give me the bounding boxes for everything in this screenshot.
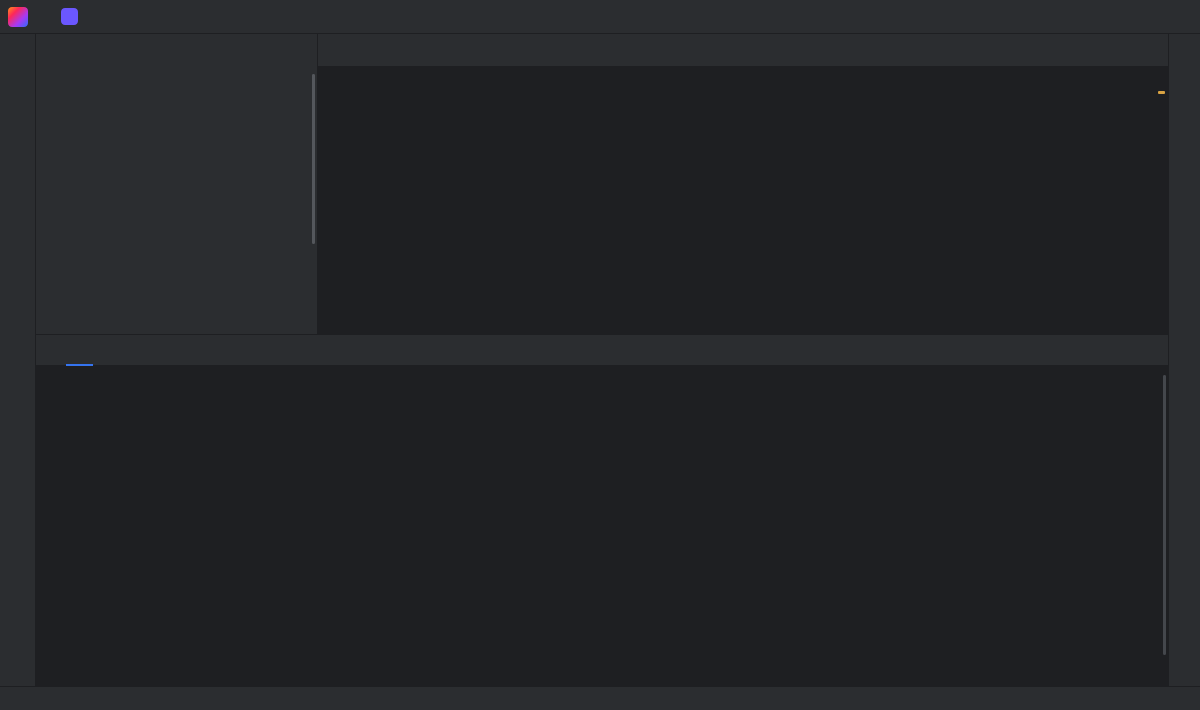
titlebar-left	[8, 4, 116, 30]
code-with-me-icon[interactable]	[1038, 4, 1052, 30]
ide-window	[0, 0, 1200, 710]
settings-gear-icon[interactable]	[1066, 4, 1080, 30]
project-badge	[61, 8, 78, 25]
split-editor-icon[interactable]	[1110, 37, 1124, 63]
terminal-options-icon[interactable]	[1106, 338, 1132, 362]
app-logo	[8, 7, 28, 27]
window-close-button[interactable]	[1160, 0, 1200, 34]
vcs-selector[interactable]	[97, 4, 116, 30]
terminal-tab-local[interactable]	[66, 335, 93, 366]
editor-tab-bar	[318, 34, 1168, 67]
hide-terminal-icon[interactable]	[1134, 338, 1160, 362]
run-button[interactable]	[942, 4, 956, 30]
titlebar-right	[1024, 0, 1200, 34]
terminal-output[interactable]	[36, 366, 1168, 686]
new-terminal-button[interactable]	[95, 338, 121, 362]
left-tool-stripe	[0, 34, 36, 686]
warning-stripe-mark[interactable]	[1158, 91, 1165, 94]
project-panel	[36, 34, 318, 334]
window-maximize-button[interactable]	[1120, 0, 1160, 34]
editor-area	[318, 34, 1168, 334]
structure-list-icon[interactable]	[1092, 37, 1106, 63]
project-selector[interactable]	[54, 4, 95, 30]
terminal-header	[36, 335, 1168, 366]
search-icon[interactable]	[1052, 4, 1066, 30]
status-bar	[0, 686, 1200, 710]
terminal-scrollbar[interactable]	[1163, 375, 1166, 655]
titlebar	[0, 0, 1200, 34]
debug-button[interactable]	[958, 4, 972, 30]
project-scrollbar[interactable]	[312, 74, 315, 244]
right-tool-stripe	[1168, 34, 1200, 686]
terminal-dropdown-icon[interactable]	[123, 338, 149, 362]
center-column	[36, 34, 1168, 686]
translate-icon[interactable]	[1024, 4, 1038, 30]
more-run-actions-icon[interactable]	[974, 4, 988, 30]
code-editor[interactable]	[318, 67, 1168, 334]
main-area	[0, 34, 1200, 686]
hamburger-menu-icon[interactable]	[38, 4, 52, 30]
top-row	[36, 34, 1168, 334]
tab-options-icon[interactable]	[1146, 37, 1160, 63]
editor-layout-icon[interactable]	[1128, 37, 1142, 63]
tab-bar-actions	[1092, 34, 1168, 66]
run-widget	[916, 4, 988, 30]
run-config-selector[interactable]	[916, 4, 940, 30]
terminal-panel	[36, 334, 1168, 686]
project-panel-header	[36, 34, 317, 67]
window-minimize-button[interactable]	[1080, 0, 1120, 34]
